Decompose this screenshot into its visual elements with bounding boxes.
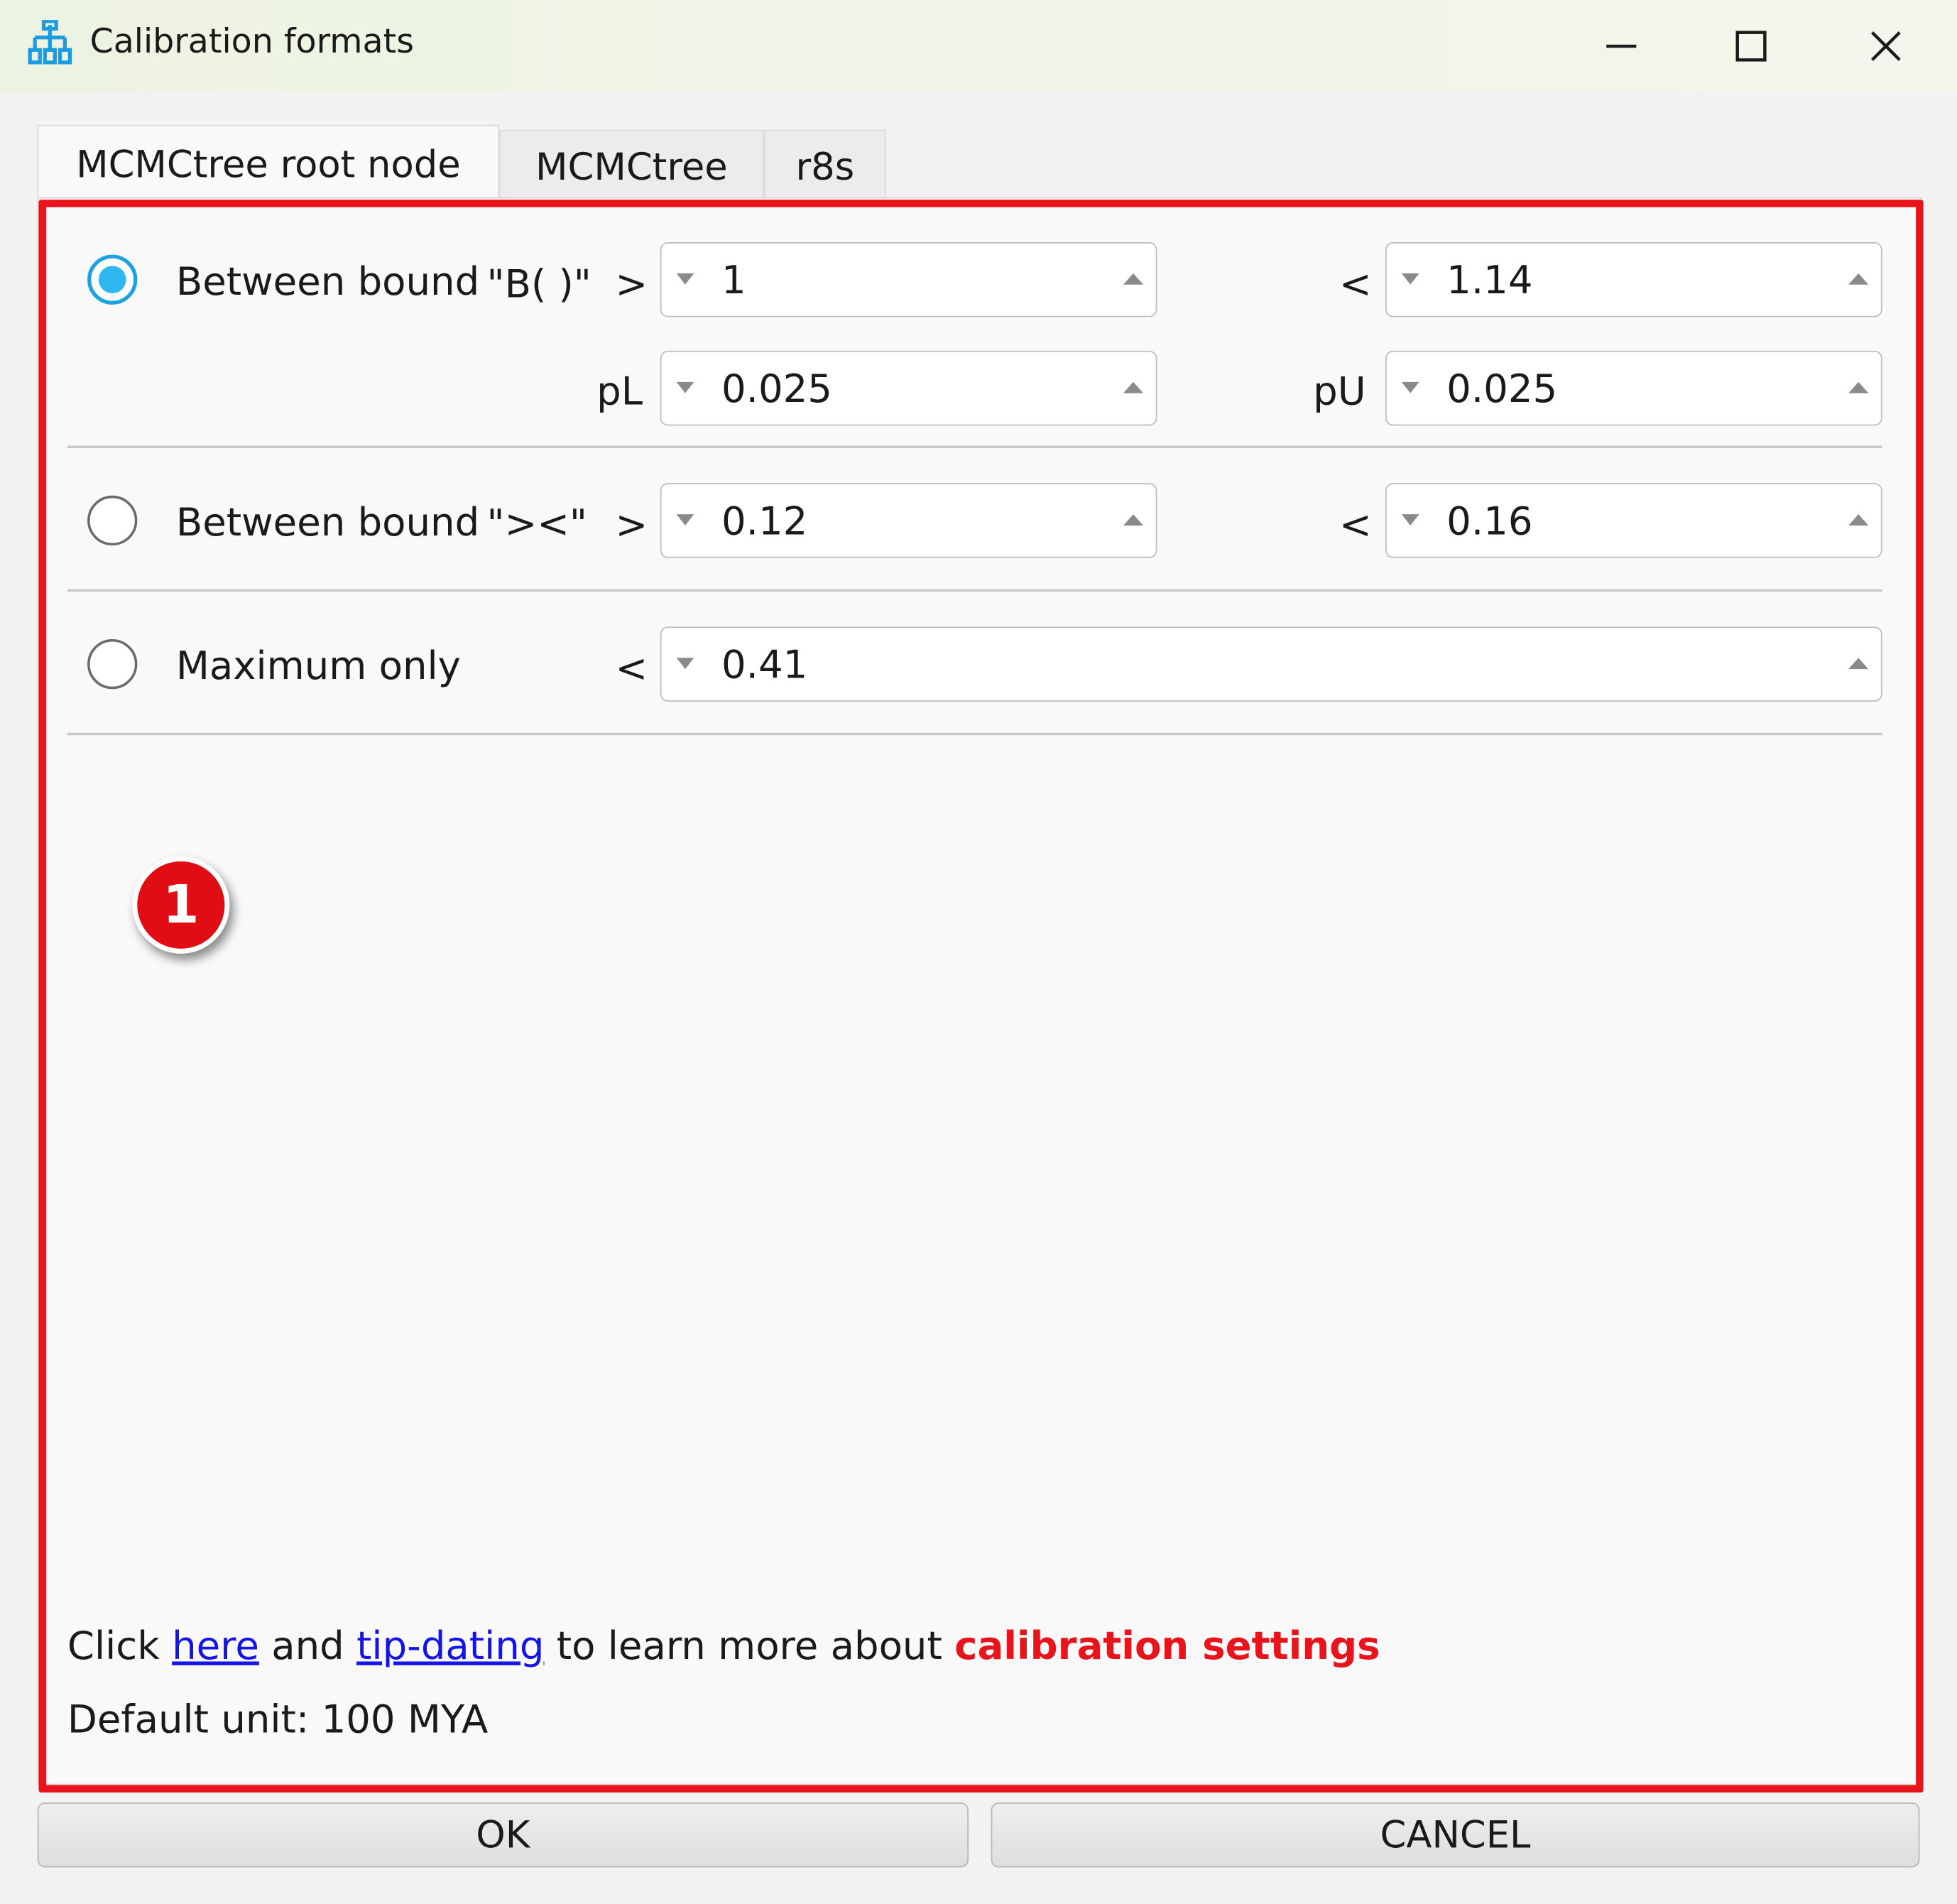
minimize-icon[interactable]: [1593, 18, 1650, 75]
tab-label: r8s: [795, 145, 855, 190]
tab-label: MCMCtree: [535, 145, 728, 190]
ok-button-label: OK: [476, 1813, 530, 1857]
cancel-button[interactable]: CANCEL: [991, 1802, 1920, 1868]
cancel-button-label: CANCEL: [1380, 1813, 1531, 1857]
tab-mcmctree-root-node[interactable]: MCMCtree root node: [37, 124, 500, 204]
ok-button[interactable]: OK: [37, 1802, 969, 1868]
tab-mcmctree[interactable]: MCMCtree: [499, 129, 764, 204]
highlight-frame: [38, 200, 1924, 1793]
close-icon[interactable]: [1857, 18, 1914, 75]
tree-app-icon: [28, 20, 72, 65]
calibration-dialog: Calibration formats MCMCtree root node M…: [0, 0, 1957, 1904]
maximize-icon[interactable]: [1723, 18, 1780, 75]
tab-label: MCMCtree root node: [76, 143, 461, 187]
title-bar: Calibration formats: [0, 0, 1957, 93]
tab-r8s[interactable]: r8s: [763, 129, 886, 204]
window-title: Calibration formats: [89, 22, 414, 62]
